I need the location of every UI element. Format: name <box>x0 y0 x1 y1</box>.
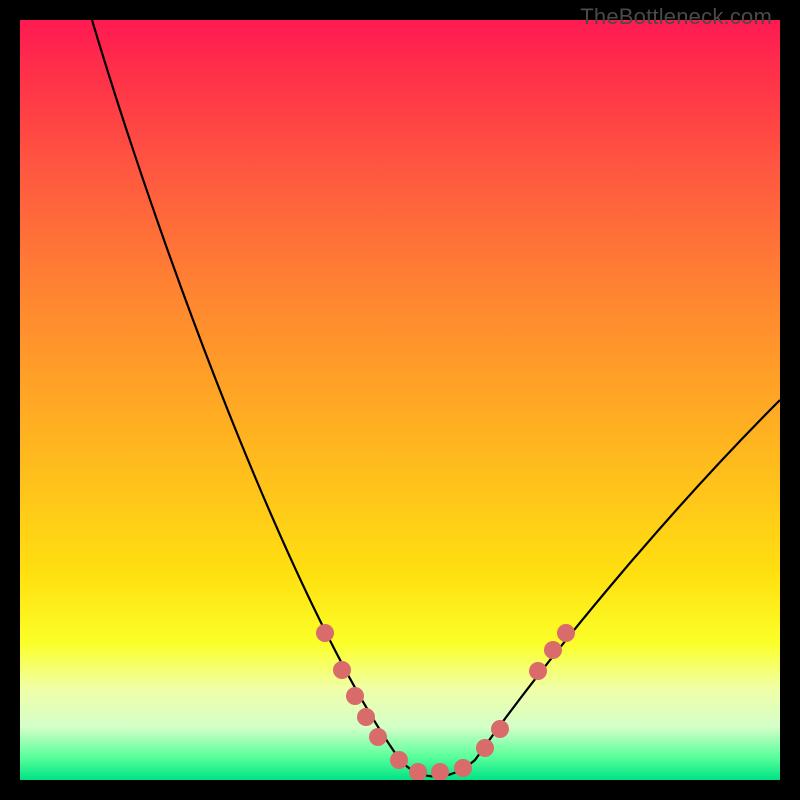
data-marker <box>557 624 575 642</box>
data-marker <box>529 662 547 680</box>
data-marker <box>476 739 494 757</box>
chart-frame <box>20 20 780 780</box>
data-marker <box>454 759 472 777</box>
data-marker <box>346 687 364 705</box>
bottleneck-curve <box>92 20 780 777</box>
data-marker <box>369 728 387 746</box>
data-marker <box>357 708 375 726</box>
data-marker <box>316 624 334 642</box>
marker-group <box>316 624 575 780</box>
data-marker <box>390 751 408 769</box>
data-marker <box>333 661 351 679</box>
data-marker <box>544 641 562 659</box>
watermark-text: TheBottleneck.com <box>580 4 772 30</box>
data-marker <box>491 720 509 738</box>
bottleneck-curve-layer <box>20 20 780 780</box>
data-marker <box>409 763 427 780</box>
data-marker <box>431 763 449 780</box>
